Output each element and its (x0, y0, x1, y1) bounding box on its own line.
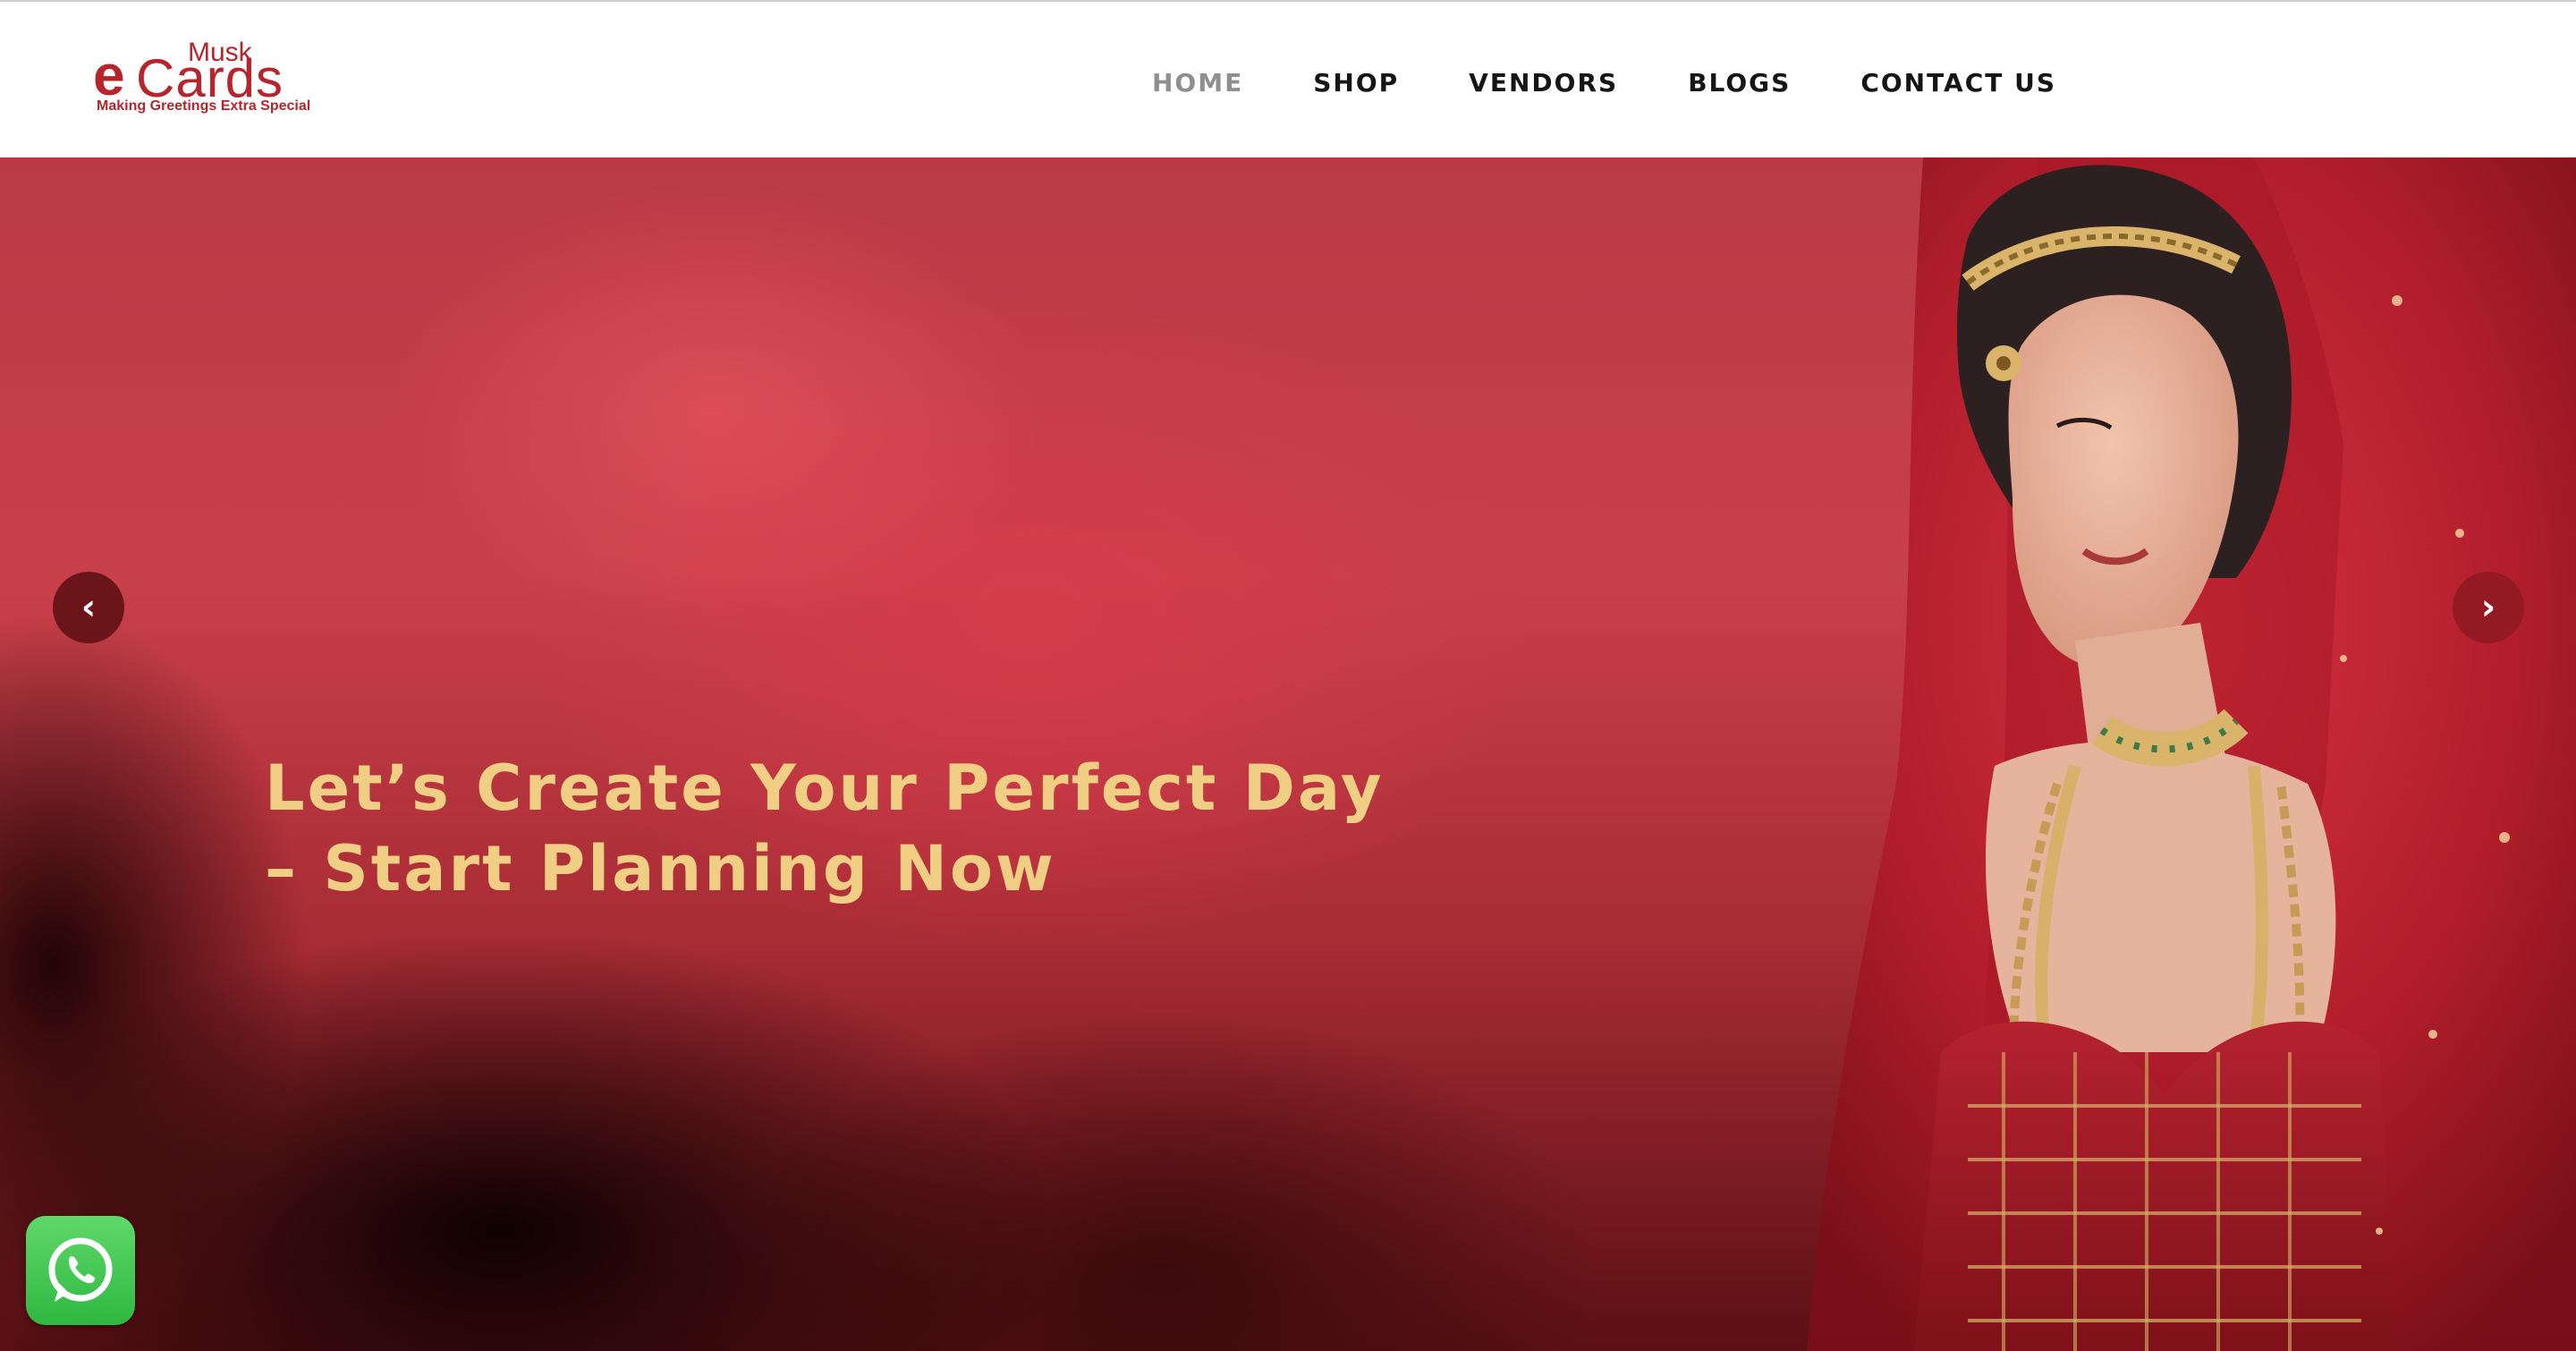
nav-home[interactable]: HOME (1152, 68, 1243, 98)
nav-shop[interactable]: SHOP (1313, 68, 1399, 98)
slider-prev-button[interactable]: ‹ (53, 572, 124, 643)
whatsapp-button[interactable] (26, 1216, 135, 1325)
brand-logo[interactable]: e Musk Cards Making Greetings Extra Spec… (93, 39, 311, 120)
main-nav: HOME SHOP VENDORS BLOGS CONTACT US (1152, 64, 2056, 100)
hero-title-line-1: Let’s Create Your Perfect Day (265, 752, 1385, 825)
logo-e: e (93, 43, 125, 107)
site-header: e Musk Cards Making Greetings Extra Spec… (0, 2, 2576, 157)
logo-cards: Cards (136, 48, 284, 108)
slider-next-button[interactable]: › (2453, 572, 2524, 643)
page: e Musk Cards Making Greetings Extra Spec… (0, 0, 2576, 1351)
nav-blogs[interactable]: BLOGS (1688, 68, 1791, 98)
chevron-right-icon: › (2480, 587, 2496, 628)
hero-title: Let’s Create Your Perfect Day – Start Pl… (265, 748, 1428, 909)
nav-contact-us[interactable]: CONTACT US (1860, 68, 2056, 98)
chevron-left-icon: ‹ (80, 587, 97, 628)
hero-bride-image (1807, 157, 2576, 1351)
whatsapp-icon (48, 1237, 113, 1302)
nav-vendors[interactable]: VENDORS (1469, 68, 1618, 98)
logo-tagline: Making Greetings Extra Special (97, 98, 311, 114)
hero-slider: Let’s Create Your Perfect Day – Start Pl… (0, 157, 2576, 1351)
hero-title-line-2: – Start Planning Now (265, 832, 1056, 905)
